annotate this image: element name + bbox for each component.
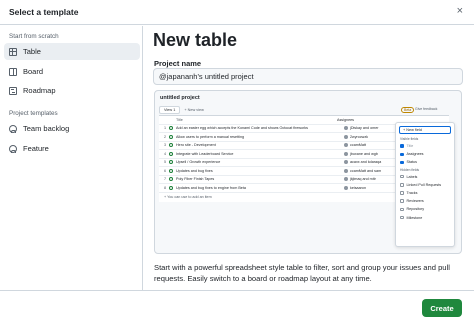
preview-feedback-link: Give feedback [415,107,438,111]
checkbox-icon [400,199,404,203]
preview-field-item: Reviewers [396,197,454,205]
table-preview: untitled project View 1 + New view Beta … [154,90,462,254]
issue-open-icon [169,126,173,131]
preview-field-item: Status [396,158,454,166]
avatar [344,160,348,165]
template-sidebar: Start from scratch Table Board Roadmap P… [0,26,143,290]
issue-open-icon [169,185,173,190]
person-icon [9,124,17,133]
table-icon [9,47,17,56]
preview-field-item: Tracks [396,189,454,197]
checkbox-icon [400,191,404,195]
checkbox-icon [400,160,404,165]
dialog-header: Select a template [0,0,474,25]
roadmap-icon [9,86,17,95]
scratch-heading: Start from scratch [9,33,59,40]
preview-field-item: Labels [396,173,454,181]
preview-beta-badge: Beta [401,107,415,113]
preview-new-view: + New view [184,108,204,112]
preview-new-field: + New field [399,126,451,134]
template-description: Start with a powerful spreadsheet style … [154,263,450,283]
board-icon [9,67,17,76]
dialog-footer [0,290,474,326]
sidebar-item-label: Board [23,67,44,76]
issue-open-icon [169,168,173,173]
checkbox-icon [400,215,404,220]
avatar [344,185,348,190]
templates-heading: Project templates [9,110,58,117]
preview-column-assignees: Assignees [337,117,355,122]
sidebar-item-board[interactable]: Board [4,63,140,80]
avatar [344,126,348,131]
preview-field-item: Milestone [396,214,454,222]
dialog-title: Select a template [9,7,79,17]
sidebar-item-label: Feature [23,144,49,153]
checkbox-icon [400,174,404,179]
issue-open-icon [169,177,173,182]
preview-field-item: Linked Pull Requests [396,181,454,189]
create-button[interactable]: Create [422,299,462,317]
issue-open-icon [169,160,173,165]
sidebar-item-feature[interactable]: Feature [4,140,140,157]
issue-open-icon [169,151,173,156]
avatar [344,168,348,173]
avatar [344,151,348,156]
preview-view-tabs: View 1 + New view [159,106,204,114]
project-name-input[interactable]: @japananh's untitled project [153,68,463,85]
project-name-label: Project name [154,59,202,68]
checkbox-icon [400,207,404,212]
avatar [344,134,348,139]
preview-view-tab: View 1 [159,106,181,114]
sidebar-item-roadmap[interactable]: Roadmap [4,82,140,99]
checkbox-icon [400,183,404,187]
preview-field-item: Repository [396,205,454,213]
preview-fields-menu: + New field Visible fields Title Assigne… [395,122,455,247]
close-icon[interactable]: × [457,5,463,17]
avatar [344,143,348,148]
sidebar-item-team-backlog[interactable]: Team backlog [4,120,140,137]
preview-field-item: Title [396,142,454,150]
preview-title: untitled project [160,95,200,101]
checkbox-icon [400,152,404,157]
avatar [344,177,348,182]
sidebar-item-label: Team backlog [23,124,70,133]
checkbox-icon [400,144,404,148]
page-title: New table [153,30,238,50]
preview-field-item: Assignees [396,150,454,158]
sidebar-item-table[interactable]: Table [4,43,140,60]
person-icon [9,144,17,153]
sidebar-item-label: Table [23,47,41,56]
sidebar-item-label: Roadmap [23,86,56,95]
preview-column-title: Title [176,117,183,122]
issue-open-icon [169,134,173,139]
issue-open-icon [169,143,173,148]
